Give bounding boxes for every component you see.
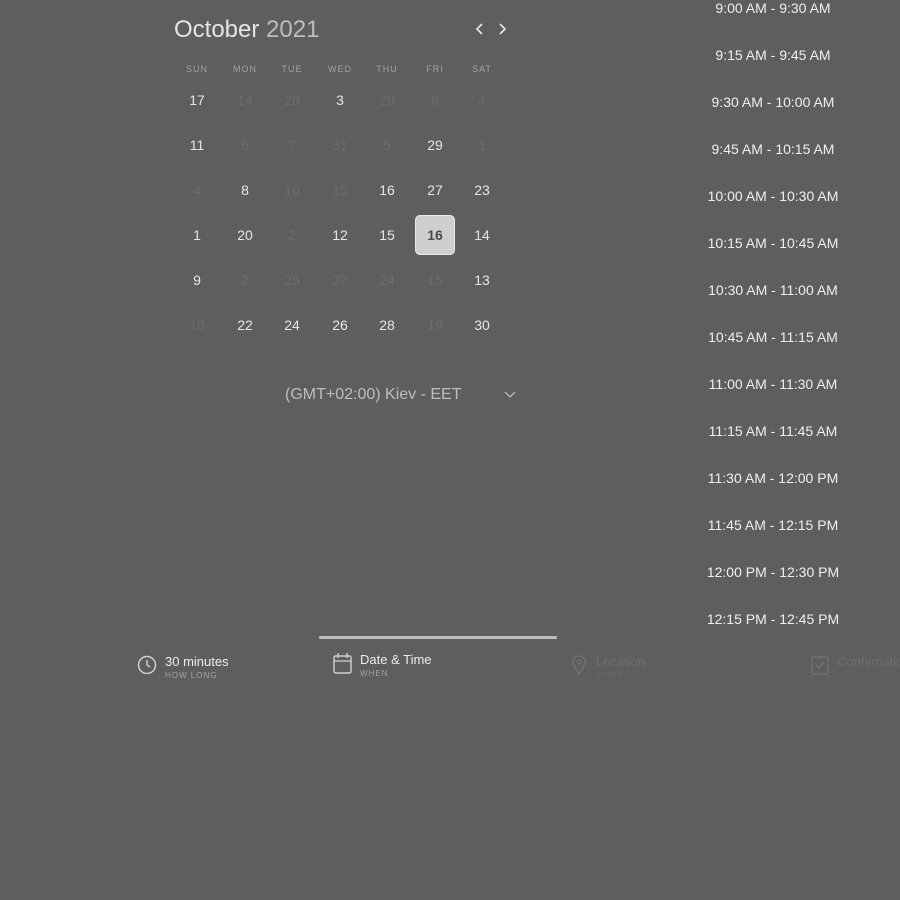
calendar-day: 20	[379, 92, 395, 108]
calendar-day: 2	[241, 272, 249, 288]
calendar-day[interactable]: 12	[320, 215, 360, 255]
time-slot[interactable]: 12:15 PM - 12:45 PM	[700, 611, 846, 627]
calendar-day[interactable]: 13	[462, 260, 502, 300]
calendar-day: 1	[478, 137, 486, 153]
calendar-day: 10	[284, 182, 300, 198]
time-slot[interactable]: 11:30 AM - 12:00 PM	[700, 470, 846, 486]
calendar-day: 14	[237, 92, 253, 108]
calendar-day: 8	[431, 92, 439, 108]
calendar-day[interactable]: 20	[225, 215, 265, 255]
time-slot[interactable]: 9:15 AM - 9:45 AM	[700, 47, 846, 63]
calendar-day[interactable]: 23	[462, 170, 502, 210]
time-slot[interactable]: 9:30 AM - 10:00 AM	[700, 94, 846, 110]
calendar-day[interactable]: 16	[367, 170, 407, 210]
month-label: October	[174, 16, 260, 43]
calendar-day: 7	[288, 137, 296, 153]
location-pin-icon	[572, 655, 586, 676]
time-slot[interactable]: 9:45 AM - 10:15 AM	[700, 141, 846, 157]
calendar-day: 31	[332, 137, 348, 153]
time-slot[interactable]: 11:45 AM - 12:15 PM	[700, 517, 846, 533]
calendar-day[interactable]: 29	[415, 125, 455, 165]
weekday-sun: SUN	[185, 64, 208, 74]
chevron-right-icon	[499, 23, 507, 35]
year-label: 2021	[266, 16, 320, 43]
calendar-day: 25	[284, 272, 300, 288]
weekday-mon: MON	[233, 64, 257, 74]
calendar-day[interactable]: 9	[177, 260, 217, 300]
calendar-day[interactable]: 27	[415, 170, 455, 210]
calendar-day: 27	[332, 272, 348, 288]
weekday-header-row: SUN MON TUE WED THU FRI SAT	[174, 64, 506, 78]
step-location-title: Location	[596, 654, 646, 669]
calendar-day: 24	[379, 272, 395, 288]
calendar-day: 5	[383, 137, 391, 153]
step-date-time-subtitle: WHEN	[360, 669, 389, 678]
weekday-tue: TUE	[281, 64, 303, 74]
step-confirmation-title: Confirmation	[837, 654, 900, 669]
step-confirmation-subtitle: YOU	[837, 671, 858, 680]
calendar-day[interactable]: 1	[177, 215, 217, 255]
step-how-long-subtitle: HOW LONG	[165, 671, 218, 680]
calendar-day[interactable]: 30	[462, 305, 502, 345]
time-slot[interactable]: 10:15 AM - 10:45 AM	[700, 235, 846, 251]
step-location-subtitle: WHERE	[596, 671, 631, 680]
confirmation-icon	[811, 656, 829, 675]
weekday-fri: FRI	[426, 64, 444, 74]
step-date-time-title: Date & Time	[360, 652, 432, 667]
weekday-wed: WED	[328, 64, 352, 74]
calendar-day: 10	[189, 317, 205, 333]
timezone-label: (GMT+02:00) Kiev - EET	[285, 386, 462, 403]
timezone-selector[interactable]: (GMT+02:00) Kiev - EET	[285, 384, 525, 408]
calendar-header: October 2021	[174, 14, 510, 48]
time-slot-list: 9:00 AM - 9:30 AM 9:15 AM - 9:45 AM 9:30 A…	[700, 0, 846, 640]
calendar-day: 28	[284, 92, 300, 108]
calendar-day[interactable]: 26	[320, 305, 360, 345]
next-month-button[interactable]	[494, 20, 510, 38]
calendar-day[interactable]: 17	[177, 80, 217, 120]
calendar-icon	[333, 653, 352, 674]
calendar-day: 19	[427, 317, 443, 333]
time-slot[interactable]: 10:30 AM - 11:00 AM	[700, 282, 846, 298]
chevron-down-icon	[504, 391, 516, 398]
chevron-left-icon	[475, 23, 483, 35]
calendar-day[interactable]: 15	[367, 215, 407, 255]
calendar-day[interactable]: 8	[225, 170, 265, 210]
calendar-day: 2	[288, 227, 296, 243]
calendar-day: 4	[193, 182, 201, 198]
time-slot[interactable]: 10:00 AM - 10:30 AM	[700, 188, 846, 204]
calendar-day: 15	[427, 272, 443, 288]
calendar-day[interactable]: 22	[225, 305, 265, 345]
calendar-day[interactable]: 14	[462, 215, 502, 255]
calendar-day: 15	[332, 182, 348, 198]
calendar-day[interactable]: 24	[272, 305, 312, 345]
time-slot[interactable]: 12:00 PM - 12:30 PM	[700, 564, 846, 580]
month-year-title: October 2021	[174, 16, 319, 44]
time-slot[interactable]: 11:00 AM - 11:30 AM	[700, 376, 846, 392]
calendar-day[interactable]: 11	[177, 125, 217, 165]
weekday-sat: SAT	[472, 64, 492, 74]
calendar-day[interactable]: 3	[320, 80, 360, 120]
clock-icon	[137, 655, 157, 674]
calendar-day[interactable]: 28	[367, 305, 407, 345]
calendar-day-grid: 17 14 28 3 20 8 4 11 6 7 31 5 29 1 4 8 10 15 16 27 23 1 20 2 12 1…	[174, 78, 506, 348]
previous-month-button[interactable]	[472, 20, 488, 38]
time-slot[interactable]: 9:00 AM - 9:30 AM	[700, 0, 846, 16]
weekday-thu: THU	[376, 64, 398, 74]
calendar-day-selected[interactable]: 16	[415, 215, 455, 255]
active-step-indicator	[319, 636, 557, 639]
step-how-long-title: 30 minutes	[165, 654, 229, 669]
time-slot[interactable]: 10:45 AM - 11:15 AM	[700, 329, 846, 345]
calendar-day: 6	[241, 137, 249, 153]
time-slot[interactable]: 11:15 AM - 11:45 AM	[700, 423, 846, 439]
calendar-day: 4	[478, 92, 486, 108]
